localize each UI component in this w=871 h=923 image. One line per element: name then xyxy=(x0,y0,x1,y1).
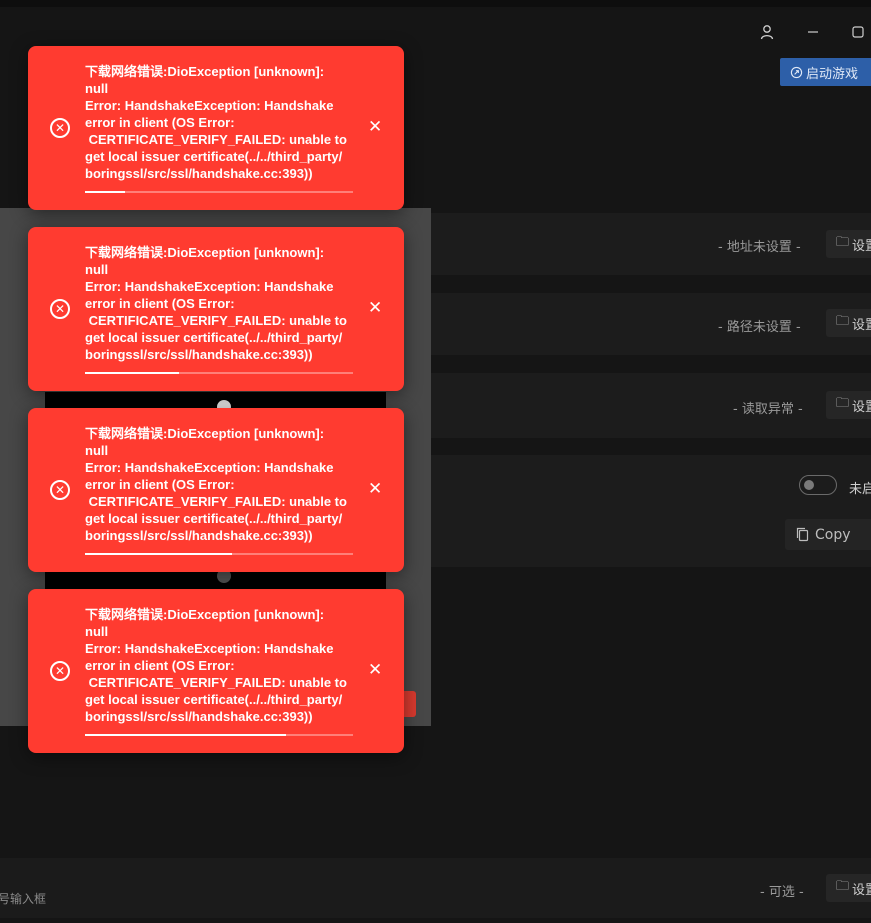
maximize-icon[interactable] xyxy=(848,22,868,42)
error-icon: ✕ xyxy=(50,661,70,681)
close-icon[interactable]: ✕ xyxy=(368,661,382,679)
toast-progress-track xyxy=(85,372,353,374)
folder-icon: 🗀 xyxy=(836,396,850,411)
toast-progress-track xyxy=(85,553,353,555)
toggle-label: 未启 xyxy=(849,482,871,497)
error-toast: ✕ 下载网络错误:DioException [unknown]: null Er… xyxy=(28,589,404,753)
path-status: - 路径未设置 - xyxy=(718,320,801,335)
set-path-label: 设置 xyxy=(852,317,871,333)
minimize-icon[interactable] xyxy=(803,22,823,42)
set-optional-button[interactable]: 🗀 设置 xyxy=(826,874,871,902)
address-status: - 地址未设置 - xyxy=(718,240,801,255)
launch-game-label: 启动游戏 xyxy=(806,66,859,82)
user-icon[interactable] xyxy=(757,22,777,42)
folder-icon: 🗀 xyxy=(836,235,850,250)
set-read-button[interactable]: 🗀 设置 xyxy=(826,391,871,419)
toast-progress-fill xyxy=(85,553,233,555)
enable-toggle[interactable] xyxy=(799,475,837,495)
title-bar-strip xyxy=(0,0,871,7)
rocket-icon xyxy=(790,66,803,78)
dialog-media-strip-bottom xyxy=(45,572,386,590)
error-icon: ✕ xyxy=(50,118,70,138)
close-icon[interactable]: ✕ xyxy=(368,118,382,136)
minimize-icon-glyph xyxy=(808,31,818,33)
copy-icon xyxy=(796,527,809,542)
toast-progress-fill xyxy=(85,372,179,374)
set-path-button[interactable]: 🗀 设置 xyxy=(826,309,871,337)
folder-icon: 🗀 xyxy=(836,879,850,894)
copy-button[interactable]: Copy xyxy=(785,519,871,550)
error-toast: ✕ 下载网络错误:DioException [unknown]: null Er… xyxy=(28,408,404,572)
folder-icon: 🗀 xyxy=(836,314,850,329)
toast-progress-track xyxy=(85,191,353,193)
optional-status: - 可选 - xyxy=(760,885,804,900)
launch-game-button[interactable]: 启动游戏 xyxy=(780,58,871,86)
toast-progress-fill xyxy=(85,191,126,193)
set-optional-label: 设置 xyxy=(852,882,871,898)
set-address-label: 设置 xyxy=(852,238,871,254)
toggle-knob xyxy=(804,480,814,490)
maximize-icon-glyph xyxy=(852,26,864,38)
toast-message: 下载网络错误:DioException [unknown]: null Erro… xyxy=(85,607,347,724)
toast-message: 下载网络错误:DioException [unknown]: null Erro… xyxy=(85,64,347,181)
toast-progress-fill xyxy=(85,734,286,736)
toast-message: 下载网络错误:DioException [unknown]: null Erro… xyxy=(85,426,347,543)
error-toast: ✕ 下载网络错误:DioException [unknown]: null Er… xyxy=(28,46,404,210)
user-icon-glyph xyxy=(760,25,774,40)
toast-message: 下载网络错误:DioException [unknown]: null Erro… xyxy=(85,245,347,362)
error-icon: ✕ xyxy=(50,299,70,319)
set-read-label: 设置 xyxy=(852,399,871,415)
close-icon[interactable]: ✕ xyxy=(368,480,382,498)
close-icon[interactable]: ✕ xyxy=(368,299,382,317)
error-icon: ✕ xyxy=(50,480,70,500)
read-status: - 读取异常 - xyxy=(733,402,803,417)
error-toast: ✕ 下载网络错误:DioException [unknown]: null Er… xyxy=(28,227,404,391)
settings-row-optional xyxy=(0,858,871,918)
input-hint: 号输入框 xyxy=(0,892,47,906)
toast-progress-track xyxy=(85,734,353,736)
copy-label: Copy xyxy=(815,526,851,543)
set-address-button[interactable]: 🗀 设置 xyxy=(826,230,871,258)
